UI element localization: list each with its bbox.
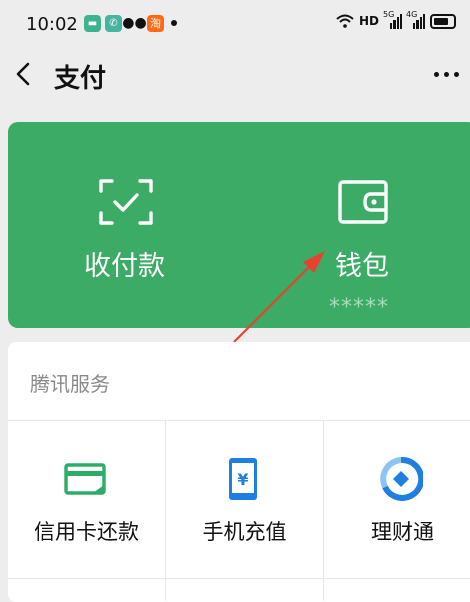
wifi-icon <box>336 14 354 28</box>
notification-icons: ▬ ✆ ●● 淘 <box>84 14 177 32</box>
wallet-label: 钱包 <box>335 251 389 282</box>
wealth-icon <box>380 457 423 501</box>
nav-bar: 支付 <box>0 46 470 106</box>
hd-label: HD <box>358 14 379 28</box>
tencent-services-panel: 腾讯服务 信用卡还款 ¥ 手机充值 理财通 <box>8 342 470 602</box>
credit-card-repay-label: 信用卡还款 <box>34 520 139 544</box>
wealth-label: 理财通 <box>371 520 434 544</box>
chevron-left-icon <box>16 62 30 86</box>
signal-4g-icon: 4G <box>406 10 425 29</box>
services-title: 腾讯服务 <box>30 372 110 396</box>
status-bar: 10:02 ▬ ✆ ●● 淘 HD 5G 4G <box>0 0 470 46</box>
divider <box>8 578 470 579</box>
more-options-button[interactable] <box>430 62 462 86</box>
sig1-label: 5G <box>383 10 395 19</box>
wallet-icon <box>338 180 388 224</box>
signal-5g-icon: 5G <box>383 10 402 29</box>
phone-recharge-label: 手机充值 <box>202 520 287 544</box>
more-dots-icon <box>433 71 439 77</box>
pay-card: 收付款 钱包 ***** <box>8 122 470 328</box>
status-indicators: HD 5G 4G <box>336 10 456 29</box>
phone-recharge-icon: ¥ <box>229 458 257 500</box>
collect-pay-button[interactable]: 收付款 <box>8 122 238 328</box>
message-app-icon: ▬ <box>84 14 101 32</box>
sig2-label: 4G <box>406 10 418 19</box>
taobao-icon: 淘 <box>147 14 164 32</box>
wallet-balance-masked: ***** <box>329 295 389 320</box>
status-time: 10:02 <box>26 14 78 35</box>
wechat-icon: ●● <box>122 15 147 31</box>
credit-card-repay-button[interactable]: 信用卡还款 <box>8 421 165 578</box>
scan-pay-icon <box>99 179 153 225</box>
battery-icon <box>430 13 456 29</box>
wallet-button[interactable]: 钱包 ***** <box>255 122 470 328</box>
wealth-button[interactable]: 理财通 <box>324 421 470 578</box>
svg-text:¥: ¥ <box>237 470 248 489</box>
phone-recharge-button[interactable]: ¥ 手机充值 <box>166 421 323 578</box>
page-title: 支付 <box>54 64 107 94</box>
phone-app-icon: ✆ <box>105 14 122 32</box>
more-notifications-dot <box>171 20 177 26</box>
back-button[interactable] <box>12 56 36 92</box>
credit-card-icon <box>64 463 106 495</box>
collect-pay-label: 收付款 <box>84 251 165 282</box>
